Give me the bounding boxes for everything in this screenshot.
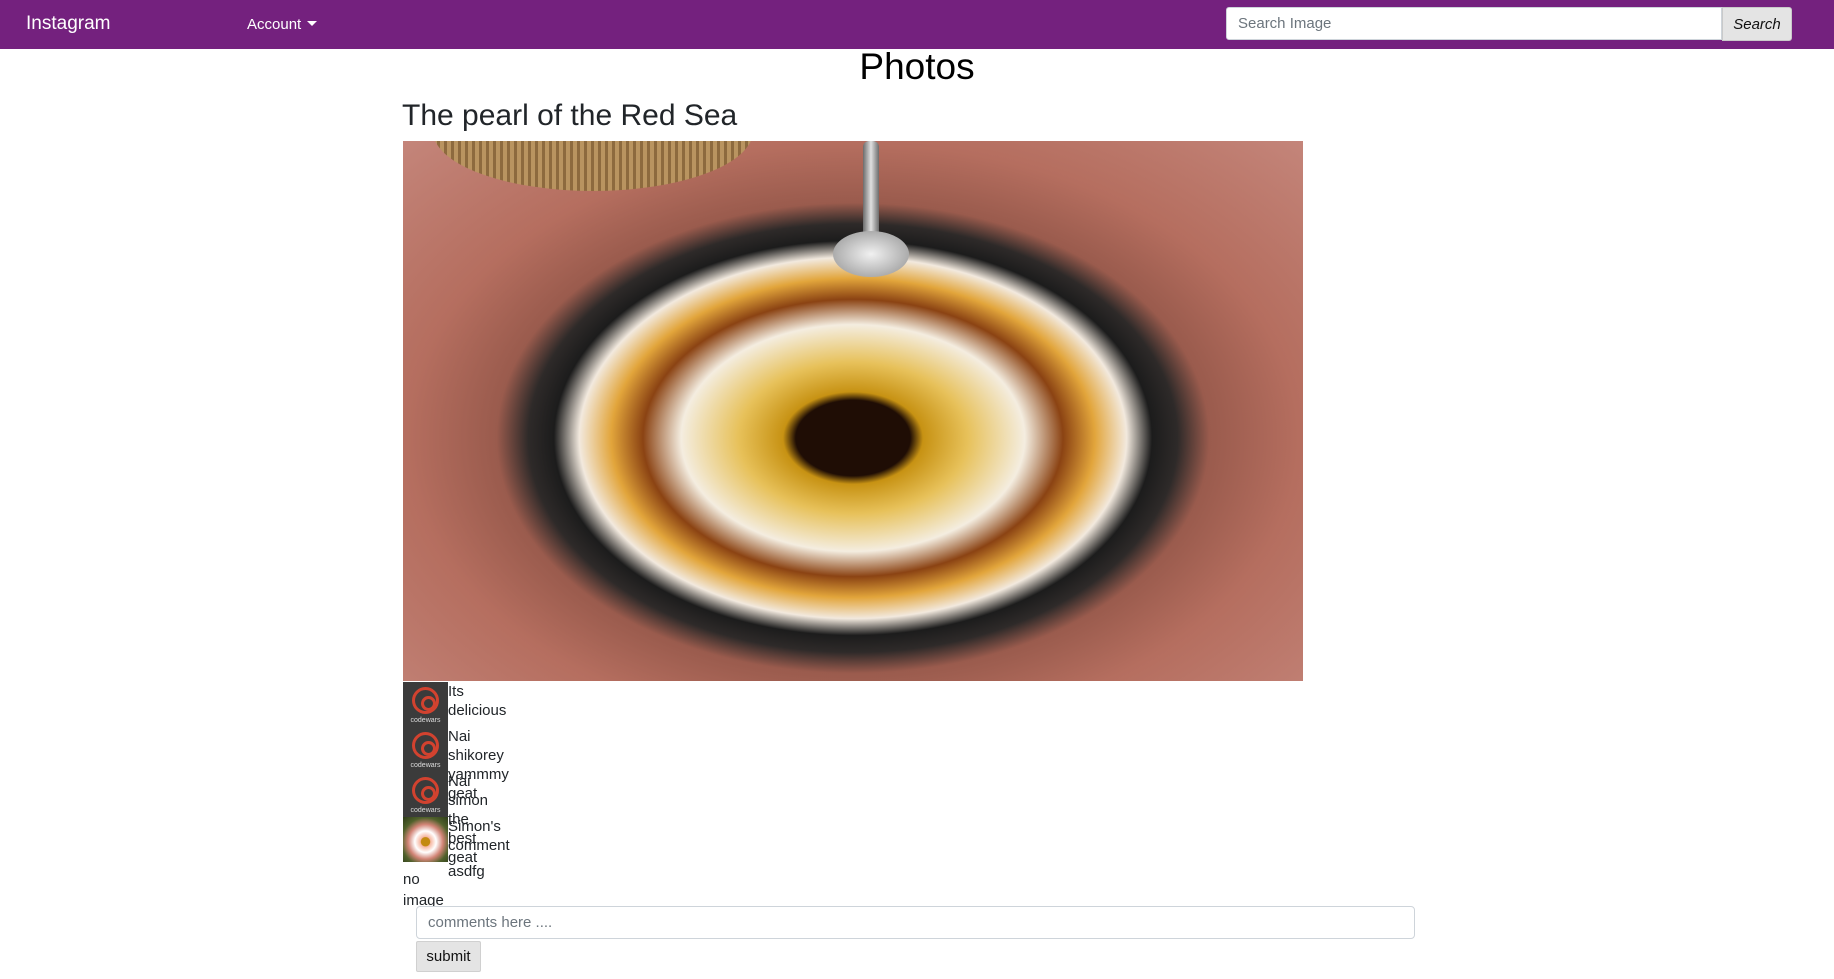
account-dropdown[interactable]: Account (247, 16, 318, 33)
codewars-logo-icon (412, 687, 439, 714)
post-title: The pearl of the Red Sea (402, 99, 738, 132)
photo-spoon-handle (863, 141, 879, 241)
flower-avatar-icon (403, 817, 448, 862)
comment-text: Its delicious (448, 683, 507, 719)
codewars-avatar-icon: codewars (403, 682, 448, 727)
submit-button[interactable]: submit (416, 941, 481, 972)
top-navbar: Instagram Account Search (0, 0, 1834, 49)
comment-text: asdfg (448, 863, 485, 880)
photo-spoon-bowl (833, 231, 909, 277)
comment-input[interactable] (416, 906, 1415, 939)
comment-text: Simon's comment (448, 818, 510, 854)
codewars-avatar-icon: codewars (403, 772, 448, 817)
codewars-logo-icon (412, 777, 439, 804)
broken-image-icon: no image (403, 871, 444, 909)
post-photo (403, 141, 1303, 681)
codewars-logo-icon (412, 732, 439, 759)
account-label: Account (247, 16, 302, 33)
caret-down-icon (307, 21, 318, 26)
page-title: Photos (859, 46, 975, 87)
search-input[interactable] (1226, 7, 1722, 40)
avatar-caption: codewars (410, 762, 441, 769)
brand-link[interactable]: Instagram (26, 13, 110, 35)
photo-basket (433, 141, 753, 191)
codewars-avatar-icon: codewars (403, 727, 448, 772)
search-button[interactable]: Search (1722, 7, 1792, 41)
avatar-caption: codewars (410, 807, 441, 814)
avatar-caption: codewars (410, 717, 441, 724)
